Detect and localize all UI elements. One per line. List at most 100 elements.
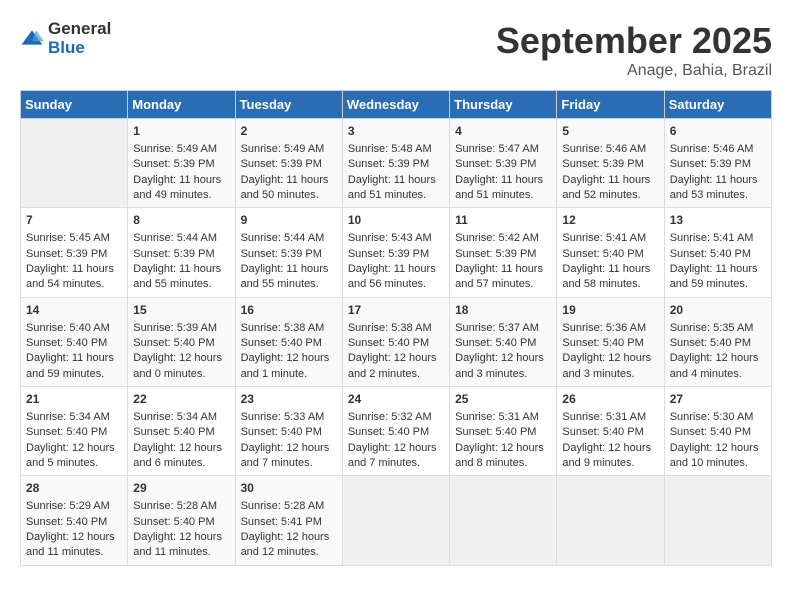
day-info: Sunrise: 5:41 AM — [670, 231, 766, 246]
day-number: 14 — [26, 302, 122, 319]
day-info: Sunset: 5:40 PM — [241, 336, 337, 351]
calendar-table: SundayMondayTuesdayWednesdayThursdayFrid… — [20, 90, 772, 566]
week-row-2: 7Sunrise: 5:45 AMSunset: 5:39 PMDaylight… — [21, 208, 772, 297]
day-number: 24 — [348, 391, 444, 408]
day-info: Sunrise: 5:44 AM — [133, 231, 229, 246]
day-info: Sunrise: 5:46 AM — [562, 142, 658, 157]
day-info: Sunrise: 5:34 AM — [133, 410, 229, 425]
week-row-1: 1Sunrise: 5:49 AMSunset: 5:39 PMDaylight… — [21, 119, 772, 208]
day-info: and 54 minutes. — [26, 277, 122, 292]
calendar-cell: 8Sunrise: 5:44 AMSunset: 5:39 PMDaylight… — [128, 208, 235, 297]
calendar-cell: 15Sunrise: 5:39 AMSunset: 5:40 PMDayligh… — [128, 297, 235, 386]
day-info: Sunset: 5:39 PM — [133, 157, 229, 172]
calendar-cell — [557, 476, 664, 565]
day-info: Sunset: 5:40 PM — [670, 336, 766, 351]
day-info: Sunset: 5:40 PM — [562, 336, 658, 351]
day-info: Sunset: 5:40 PM — [348, 336, 444, 351]
day-info: Sunrise: 5:28 AM — [241, 499, 337, 514]
calendar-cell: 22Sunrise: 5:34 AMSunset: 5:40 PMDayligh… — [128, 387, 235, 476]
day-number: 28 — [26, 480, 122, 497]
day-info: Sunrise: 5:39 AM — [133, 321, 229, 336]
day-info: Daylight: 12 hours — [26, 530, 122, 545]
day-info: Sunset: 5:40 PM — [133, 515, 229, 530]
day-number: 5 — [562, 123, 658, 140]
calendar-cell: 18Sunrise: 5:37 AMSunset: 5:40 PMDayligh… — [450, 297, 557, 386]
day-info: and 50 minutes. — [241, 188, 337, 203]
day-info: Sunrise: 5:38 AM — [241, 321, 337, 336]
day-info: Daylight: 12 hours — [241, 441, 337, 456]
day-info: and 55 minutes. — [241, 277, 337, 292]
calendar-cell: 2Sunrise: 5:49 AMSunset: 5:39 PMDaylight… — [235, 119, 342, 208]
logo: General Blue — [20, 20, 111, 57]
calendar-cell: 6Sunrise: 5:46 AMSunset: 5:39 PMDaylight… — [664, 119, 771, 208]
day-number: 1 — [133, 123, 229, 140]
day-info: Sunset: 5:40 PM — [26, 336, 122, 351]
day-info: Daylight: 11 hours — [348, 173, 444, 188]
day-info: Sunset: 5:39 PM — [241, 157, 337, 172]
day-info: Sunrise: 5:38 AM — [348, 321, 444, 336]
day-info: and 5 minutes. — [26, 456, 122, 471]
day-info: Sunrise: 5:34 AM — [26, 410, 122, 425]
day-number: 10 — [348, 212, 444, 229]
col-header-tuesday: Tuesday — [235, 91, 342, 119]
day-info: Daylight: 12 hours — [562, 441, 658, 456]
day-number: 18 — [455, 302, 551, 319]
calendar-cell: 1Sunrise: 5:49 AMSunset: 5:39 PMDaylight… — [128, 119, 235, 208]
week-row-3: 14Sunrise: 5:40 AMSunset: 5:40 PMDayligh… — [21, 297, 772, 386]
day-info: Sunset: 5:39 PM — [133, 247, 229, 262]
calendar-cell: 26Sunrise: 5:31 AMSunset: 5:40 PMDayligh… — [557, 387, 664, 476]
day-info: Daylight: 12 hours — [455, 351, 551, 366]
calendar-cell: 11Sunrise: 5:42 AMSunset: 5:39 PMDayligh… — [450, 208, 557, 297]
day-info: and 59 minutes. — [670, 277, 766, 292]
day-info: Daylight: 12 hours — [455, 441, 551, 456]
calendar-cell: 10Sunrise: 5:43 AMSunset: 5:39 PMDayligh… — [342, 208, 449, 297]
day-info: Sunrise: 5:49 AM — [133, 142, 229, 157]
calendar-cell: 3Sunrise: 5:48 AMSunset: 5:39 PMDaylight… — [342, 119, 449, 208]
day-info: Daylight: 11 hours — [241, 173, 337, 188]
calendar-cell — [21, 119, 128, 208]
day-info: Sunset: 5:40 PM — [26, 515, 122, 530]
day-info: Sunrise: 5:45 AM — [26, 231, 122, 246]
day-info: Daylight: 12 hours — [670, 441, 766, 456]
day-info: Sunrise: 5:31 AM — [455, 410, 551, 425]
day-number: 16 — [241, 302, 337, 319]
day-info: Sunset: 5:40 PM — [455, 425, 551, 440]
calendar-cell: 9Sunrise: 5:44 AMSunset: 5:39 PMDaylight… — [235, 208, 342, 297]
day-info: Daylight: 12 hours — [562, 351, 658, 366]
day-info: Sunrise: 5:32 AM — [348, 410, 444, 425]
day-info: and 4 minutes. — [670, 367, 766, 382]
day-info: Daylight: 12 hours — [348, 441, 444, 456]
day-info: Sunrise: 5:49 AM — [241, 142, 337, 157]
day-info: and 0 minutes. — [133, 367, 229, 382]
day-number: 21 — [26, 391, 122, 408]
day-info: Daylight: 12 hours — [133, 530, 229, 545]
day-info: Daylight: 11 hours — [133, 262, 229, 277]
day-info: and 10 minutes. — [670, 456, 766, 471]
day-info: and 1 minute. — [241, 367, 337, 382]
col-header-wednesday: Wednesday — [342, 91, 449, 119]
calendar-cell: 24Sunrise: 5:32 AMSunset: 5:40 PMDayligh… — [342, 387, 449, 476]
day-info: and 11 minutes. — [26, 545, 122, 560]
page-header: General Blue September 2025 Anage, Bahia… — [20, 20, 772, 80]
day-info: Daylight: 11 hours — [348, 262, 444, 277]
day-info: Daylight: 11 hours — [241, 262, 337, 277]
day-info: and 59 minutes. — [26, 367, 122, 382]
day-number: 4 — [455, 123, 551, 140]
day-info: and 8 minutes. — [455, 456, 551, 471]
col-header-friday: Friday — [557, 91, 664, 119]
logo-icon — [20, 27, 44, 51]
day-info: and 2 minutes. — [348, 367, 444, 382]
day-info: Sunrise: 5:43 AM — [348, 231, 444, 246]
day-info: and 7 minutes. — [241, 456, 337, 471]
day-info: and 56 minutes. — [348, 277, 444, 292]
day-info: Sunset: 5:40 PM — [241, 425, 337, 440]
calendar-cell: 12Sunrise: 5:41 AMSunset: 5:40 PMDayligh… — [557, 208, 664, 297]
day-info: Sunset: 5:40 PM — [562, 425, 658, 440]
calendar-cell: 25Sunrise: 5:31 AMSunset: 5:40 PMDayligh… — [450, 387, 557, 476]
day-info: and 51 minutes. — [348, 188, 444, 203]
calendar-cell: 16Sunrise: 5:38 AMSunset: 5:40 PMDayligh… — [235, 297, 342, 386]
day-number: 13 — [670, 212, 766, 229]
calendar-cell: 27Sunrise: 5:30 AMSunset: 5:40 PMDayligh… — [664, 387, 771, 476]
calendar-cell: 28Sunrise: 5:29 AMSunset: 5:40 PMDayligh… — [21, 476, 128, 565]
day-info: Sunrise: 5:33 AM — [241, 410, 337, 425]
